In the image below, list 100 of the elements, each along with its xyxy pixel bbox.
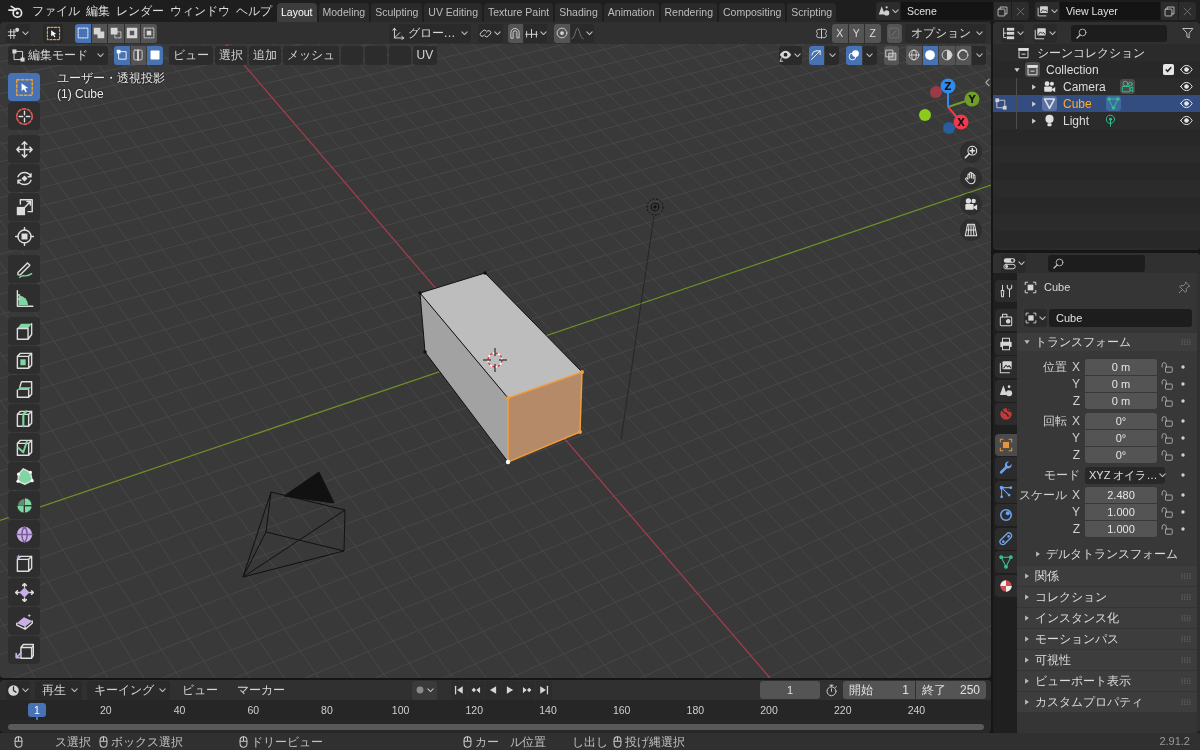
auto-merge-toggle[interactable]	[886, 23, 902, 43]
number-field[interactable]: 2.480	[1085, 487, 1157, 503]
datablock-browse-button[interactable]	[1024, 309, 1047, 327]
current-frame-field[interactable]: 1	[760, 681, 820, 699]
mirror-axis-toggle[interactable]: X	[832, 23, 848, 43]
tool-button[interactable]	[8, 255, 40, 283]
properties-tab[interactable]	[995, 379, 1017, 402]
stopwatch-icon[interactable]	[825, 683, 838, 697]
number-field[interactable]: 1.000	[1085, 504, 1157, 520]
playback-button[interactable]	[536, 680, 552, 700]
dot-icon[interactable]	[1181, 527, 1185, 531]
pin-icon[interactable]	[1178, 281, 1191, 294]
tool-button[interactable]	[8, 404, 40, 432]
active-tool-button[interactable]	[43, 23, 63, 43]
eye-icon[interactable]	[1180, 63, 1193, 76]
rotation-mode-dropdown[interactable]: XYZ オイラ…	[1085, 466, 1165, 484]
menu-item[interactable]: 編集	[86, 5, 110, 17]
display-mode-dropdown[interactable]	[1033, 23, 1057, 43]
open-lock-icon[interactable]	[1161, 361, 1173, 373]
tool-button[interactable]	[8, 346, 40, 374]
properties-tab[interactable]	[995, 332, 1017, 355]
tool-button[interactable]	[8, 317, 40, 345]
filter-button[interactable]	[1182, 27, 1194, 39]
menu-button[interactable]: ビュー	[168, 45, 213, 65]
tool-button[interactable]	[8, 222, 40, 250]
editor-type-dropdown[interactable]	[1001, 253, 1026, 273]
pan-button[interactable]	[960, 167, 982, 189]
workspace-tab[interactable]: Texture Paint	[483, 3, 554, 22]
playback-button[interactable]	[451, 680, 467, 700]
selection-mode-button[interactable]	[124, 23, 140, 43]
search-field[interactable]	[1071, 24, 1167, 42]
open-lock-icon[interactable]	[1161, 432, 1173, 444]
tool-button[interactable]	[8, 433, 40, 461]
outliner-row[interactable]: Cube	[993, 95, 1200, 112]
menu-dropdown[interactable]: キーイング	[87, 680, 170, 700]
axis-ball[interactable]	[940, 78, 956, 94]
auto-keying-button[interactable]	[412, 680, 437, 700]
remove-view-layer-button[interactable]	[1179, 2, 1196, 20]
new-view-layer-button[interactable]	[1161, 2, 1178, 20]
open-lock-icon[interactable]	[1161, 378, 1173, 390]
dot-icon[interactable]	[1181, 419, 1185, 423]
open-lock-icon[interactable]	[1161, 489, 1173, 501]
shading-mode-button[interactable]	[906, 45, 922, 65]
number-field[interactable]: 0°	[1085, 413, 1157, 429]
tool-button[interactable]	[8, 462, 40, 490]
pivot-dropdown[interactable]	[477, 23, 503, 43]
chevron-left-icon[interactable]	[985, 78, 990, 87]
playback-button[interactable]	[502, 680, 518, 700]
right-triangle-icon[interactable]	[1031, 100, 1037, 107]
shading-mode-button[interactable]	[922, 45, 938, 65]
open-lock-icon[interactable]	[1161, 449, 1173, 461]
menu-button[interactable]: 追加	[248, 45, 281, 65]
axis-ball[interactable]	[953, 114, 969, 130]
right-triangle-icon[interactable]	[1031, 83, 1037, 90]
workspace-tab[interactable]: Compositing	[718, 3, 786, 22]
panel-header[interactable]: コレクション	[1017, 587, 1197, 607]
properties-tab[interactable]	[995, 356, 1017, 378]
properties-tab[interactable]	[995, 309, 1017, 331]
options-dropdown[interactable]: オプション	[905, 23, 986, 43]
properties-tab[interactable]	[995, 574, 1017, 597]
menu-button[interactable]: ビュー	[175, 680, 225, 700]
menu-item[interactable]: ファイル	[32, 5, 80, 17]
outliner-row[interactable]: Camera	[993, 78, 1200, 95]
camera-view-button[interactable]	[960, 193, 982, 215]
editor-type-dropdown[interactable]	[6, 680, 30, 700]
panel-header[interactable]: 関係	[1017, 566, 1197, 586]
right-triangle-icon[interactable]	[1031, 117, 1037, 124]
workspace-tab[interactable]: Shading	[555, 3, 602, 22]
search-field[interactable]	[1048, 254, 1145, 272]
new-scene-button[interactable]	[994, 2, 1011, 20]
number-field[interactable]: 1.000	[1085, 521, 1157, 537]
open-lock-icon[interactable]	[1161, 523, 1173, 535]
workspace-tab[interactable]: Sculpting	[371, 3, 423, 22]
3d-viewport[interactable]: グロー… X Y Z オプション 編集モード ビュー 選択 追加 メッシュ UV ユーザー・透視投影 (1) Cube X Y Z	[0, 22, 991, 678]
menu-button[interactable]: マーカー	[230, 680, 292, 700]
number-field[interactable]: 0 m	[1085, 359, 1157, 375]
dot-icon[interactable]	[1181, 365, 1185, 369]
workspace-tab[interactable]: Rendering	[660, 3, 717, 22]
dot-icon[interactable]	[1181, 473, 1185, 477]
selection-mode-button[interactable]	[141, 23, 157, 43]
properties-tab[interactable]	[995, 527, 1017, 550]
properties-tab[interactable]	[995, 480, 1017, 503]
dot-icon[interactable]	[1181, 510, 1185, 514]
menu-item[interactable]: レンダー	[116, 5, 164, 17]
name-field[interactable]: Cube	[1049, 309, 1192, 327]
snap-target-dropdown[interactable]	[524, 23, 547, 43]
proportional-editing-toggle[interactable]	[554, 23, 570, 43]
dot-icon[interactable]	[1181, 382, 1185, 386]
tool-button[interactable]	[8, 135, 40, 163]
zoom-button[interactable]	[960, 141, 982, 163]
dot-icon[interactable]	[1181, 453, 1185, 457]
panel-header[interactable]: トランスフォーム	[1017, 333, 1197, 351]
checkbox[interactable]	[1163, 64, 1174, 75]
selection-mode-button[interactable]	[108, 23, 124, 43]
playback-button[interactable]	[468, 680, 484, 700]
properties-tab[interactable]	[995, 551, 1017, 573]
shading-mode-button[interactable]	[955, 45, 971, 65]
gizmo-toggle[interactable]	[808, 45, 824, 65]
outliner-row[interactable]: シーンコレクション	[993, 44, 1200, 61]
menu-button[interactable]: UV	[412, 45, 438, 65]
